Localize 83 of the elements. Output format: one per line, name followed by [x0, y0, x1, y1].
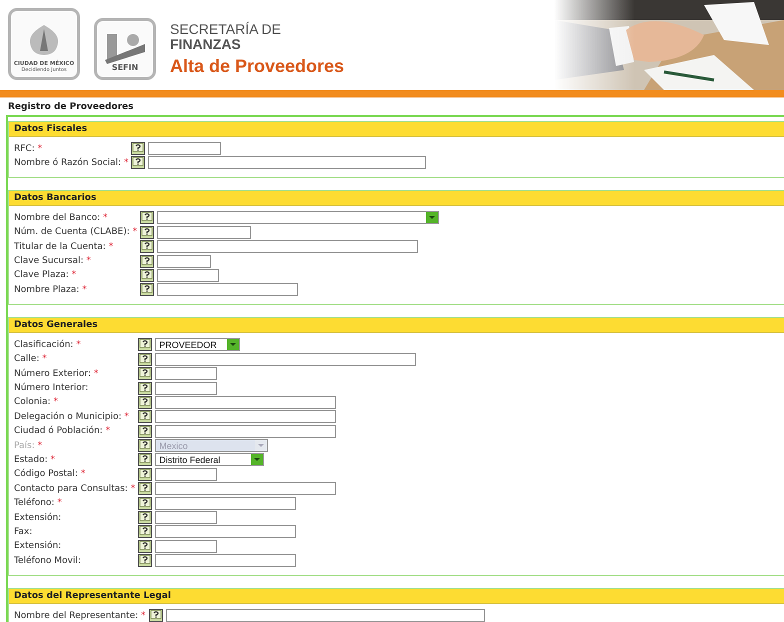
section-header: Datos Bancarios [9, 191, 784, 206]
field-label: Extensión: [14, 512, 62, 523]
field-label: Extensión: [14, 541, 62, 552]
text-field[interactable] [155, 496, 296, 510]
field-label: Clave Plaza: * [14, 270, 78, 280]
field-label: Clave Sucursal: * [14, 256, 92, 266]
help-icon[interactable] [138, 468, 152, 481]
field-label: Nombre del Representante: * [14, 610, 147, 621]
field-label: País: * [14, 440, 44, 451]
field-label: Calle: * [14, 354, 48, 364]
text-field[interactable] [166, 609, 485, 622]
text-field[interactable] [157, 226, 252, 239]
help-icon[interactable] [138, 453, 152, 466]
field-label: Teléfono Movil: [14, 556, 82, 566]
text-field[interactable] [155, 540, 218, 553]
section-header: Datos Fiscales [9, 122, 784, 137]
help-icon[interactable] [140, 240, 154, 254]
text-field[interactable] [155, 424, 336, 438]
field-label: Nombre ó Razón Social: * [14, 158, 130, 168]
field-label: Teléfono: * [14, 498, 63, 508]
organization-name: SECRETARÍA DE [170, 22, 282, 37]
help-icon[interactable] [140, 254, 154, 268]
field-label: Núm. de Cuenta (CLABE): * [14, 227, 138, 238]
field-label: Nombre del Banco: * [14, 212, 108, 223]
text-field[interactable] [155, 410, 336, 424]
text-field[interactable] [148, 156, 426, 170]
text-field[interactable] [157, 283, 298, 296]
text-field[interactable] [155, 367, 218, 380]
field-label: Nombre Plaza: * [14, 284, 88, 295]
text-field[interactable] [157, 240, 418, 254]
field-label: Código Postal: * [14, 469, 86, 480]
field-label: Clasificación: * [14, 340, 82, 350]
help-icon[interactable] [138, 496, 152, 510]
dropdown-field[interactable]: PROVEEDOR [155, 338, 240, 352]
text-field[interactable] [155, 511, 218, 524]
help-icon[interactable] [140, 283, 154, 296]
help-icon[interactable] [138, 396, 152, 409]
help-icon[interactable] [138, 367, 152, 380]
field-label: Delegación o Municipio: * [14, 412, 130, 422]
field-label: Número Interior: [14, 383, 90, 394]
dropdown-field[interactable] [157, 211, 440, 224]
text-field[interactable] [155, 382, 218, 395]
text-field[interactable] [155, 554, 296, 568]
help-icon[interactable] [138, 439, 152, 452]
field-label: Titular de la Cuenta: * [14, 242, 114, 252]
field-label: Contacto para Consultas: * [14, 484, 136, 494]
help-icon[interactable] [140, 211, 154, 224]
help-icon[interactable] [138, 554, 152, 568]
field-label: Estado: * [14, 454, 56, 465]
section-header: Datos Generales [9, 318, 784, 334]
page-title: Alta de Proveedores [170, 56, 344, 77]
text-field[interactable] [157, 254, 212, 268]
text-field[interactable] [148, 142, 222, 155]
help-icon[interactable] [138, 352, 152, 366]
section-header: Datos del Representante Legal [9, 589, 784, 604]
dropdown-field[interactable]: Distrito Federal [155, 453, 264, 466]
help-icon[interactable] [140, 268, 154, 282]
field-label: Número Exterior: * [14, 368, 100, 379]
text-field[interactable] [155, 352, 416, 366]
help-icon[interactable] [140, 226, 154, 239]
help-icon[interactable] [138, 540, 152, 553]
text-field[interactable] [157, 268, 220, 282]
organization-name: FINANZAS [170, 37, 242, 52]
field-label: Ciudad ó Población: * [14, 426, 112, 436]
help-icon[interactable] [131, 142, 146, 155]
text-field[interactable] [155, 525, 296, 538]
form-title: Registro de Proveedores [7, 101, 134, 114]
help-icon[interactable] [138, 424, 152, 438]
help-icon[interactable] [131, 156, 146, 170]
logo-text: SEFIN [112, 64, 138, 73]
help-icon[interactable] [138, 511, 152, 524]
field-label: Colonia: * [14, 397, 59, 408]
help-icon[interactable] [138, 525, 152, 538]
help-icon[interactable] [138, 482, 152, 496]
help-icon[interactable] [138, 382, 152, 395]
text-field[interactable] [155, 482, 336, 496]
field-label: RFC: * [14, 144, 44, 154]
text-field[interactable] [155, 468, 218, 481]
help-icon[interactable] [138, 338, 152, 352]
text-field[interactable] [155, 396, 336, 409]
field-label: Fax: [14, 526, 34, 537]
help-icon[interactable] [138, 410, 152, 424]
help-icon[interactable] [148, 609, 163, 622]
